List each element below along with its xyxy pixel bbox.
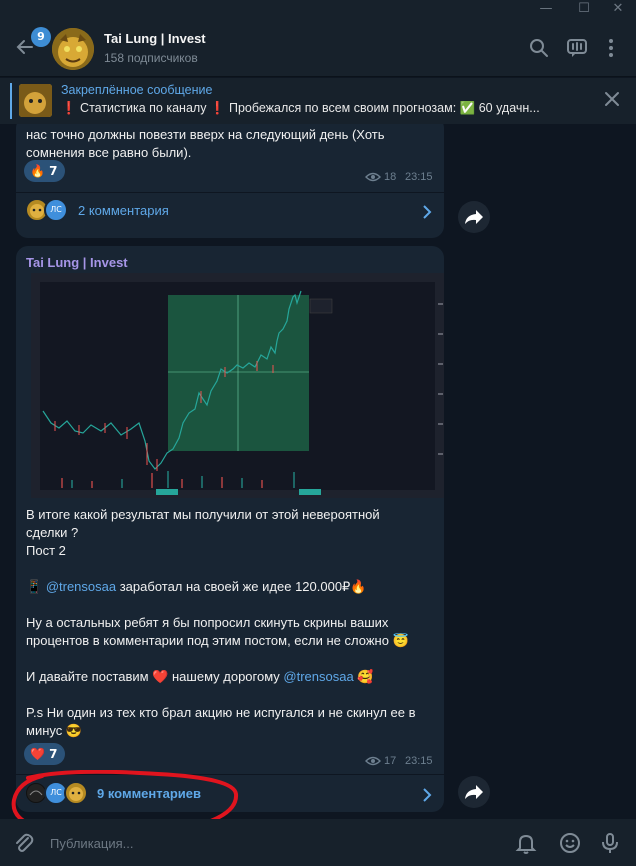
- attach-icon[interactable]: [12, 831, 36, 855]
- pinned-indicator: [10, 83, 12, 119]
- channel-title[interactable]: Tai Lung | Invest: [104, 31, 206, 46]
- stock-chart-screenshot: [31, 273, 444, 498]
- message-time: 23:15: [405, 755, 433, 767]
- view-count: 18: [384, 171, 397, 183]
- forward-button[interactable]: [458, 201, 490, 233]
- message-bubble[interactable]: Tai Lung | Invest В итоге какой результа…: [16, 246, 444, 812]
- minimize-button[interactable]: —: [528, 0, 564, 20]
- unread-badge: 9: [31, 27, 51, 47]
- message-time: 23:15: [405, 171, 433, 183]
- pinned-text: ❗ Статистика по каналу ❗ Пробежался по в…: [61, 101, 540, 115]
- close-window-button[interactable]: ✕: [600, 0, 636, 20]
- trading-chart-image[interactable]: [31, 273, 444, 498]
- comments-link[interactable]: ЛС 2 комментария: [16, 193, 444, 229]
- chevron-right-icon: [423, 788, 432, 802]
- message-input[interactable]: [50, 831, 350, 855]
- emoji-icon[interactable]: [558, 831, 582, 855]
- commenter-avatar-ls: ЛС: [44, 198, 68, 222]
- mention-link[interactable]: @trensosaa: [46, 579, 116, 594]
- pinned-title: Закреплённое сообщение: [61, 83, 213, 97]
- message-bubble[interactable]: нас точно должны повезти вверх на следую…: [16, 124, 444, 238]
- reaction-fire[interactable]: 🔥 7: [24, 160, 65, 182]
- channel-avatar[interactable]: [52, 28, 94, 70]
- red-annotation-circle: [11, 770, 239, 819]
- more-menu-icon[interactable]: [600, 37, 622, 59]
- title-bar: — ☐ ✕: [0, 0, 636, 20]
- microphone-icon[interactable]: [598, 831, 622, 855]
- forward-icon: [465, 210, 483, 224]
- forward-icon: [465, 785, 483, 799]
- message-author[interactable]: Tai Lung | Invest: [26, 255, 128, 270]
- views-eye-icon: [365, 172, 381, 182]
- view-count: 17: [384, 755, 397, 767]
- subscriber-count: 158 подписчиков: [104, 51, 198, 65]
- close-icon[interactable]: [604, 91, 620, 107]
- video-chat-icon[interactable]: [566, 37, 588, 59]
- maximize-button[interactable]: ☐: [566, 0, 602, 20]
- mention-link[interactable]: @trensosaa: [283, 669, 353, 684]
- telegram-window: — ☐ ✕ 9 Tai Lung | Invest 158 подписчико…: [0, 0, 636, 866]
- forward-button[interactable]: [458, 776, 490, 808]
- pinned-thumbnail: [19, 84, 52, 117]
- comments-count-label: 2 комментария: [78, 203, 169, 218]
- search-icon[interactable]: [528, 37, 550, 59]
- message-list[interactable]: нас точно должны повезти вверх на следую…: [0, 124, 636, 819]
- pinned-message-bar[interactable]: Закреплённое сообщение ❗ Статистика по к…: [0, 78, 636, 124]
- reaction-heart[interactable]: ❤️ 7: [24, 743, 65, 765]
- views-eye-icon: [365, 756, 381, 766]
- chevron-right-icon: [423, 205, 432, 219]
- message-text: В итоге какой результат мы получили от э…: [26, 507, 416, 738]
- chat-header: 9 Tai Lung | Invest 158 подписчиков: [0, 20, 636, 77]
- bell-icon[interactable]: [514, 831, 538, 855]
- message-composer: [0, 819, 636, 866]
- message-text: нас точно должны повезти вверх на следую…: [26, 127, 385, 160]
